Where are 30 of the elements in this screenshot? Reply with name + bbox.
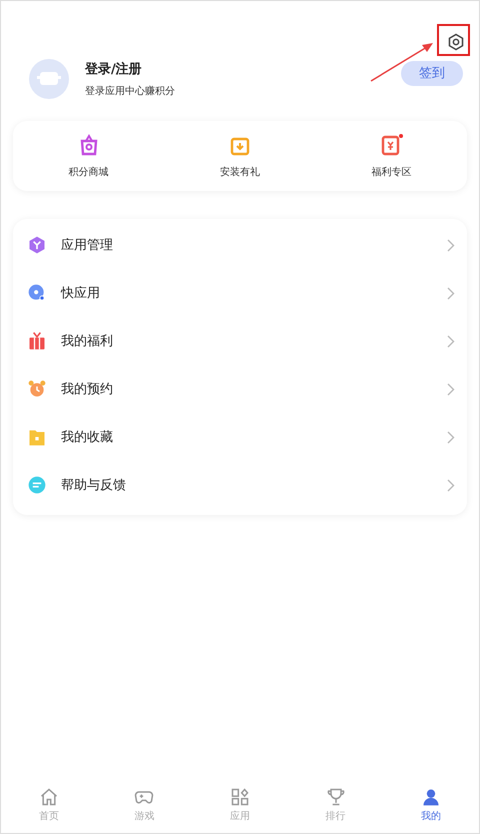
avatar-icon <box>29 59 69 99</box>
login-title[interactable]: 登录/注册 <box>85 60 385 78</box>
coupon-box-icon <box>379 133 404 157</box>
nav-tab[interactable]: 我的 <box>383 787 479 829</box>
cube-icon <box>27 235 47 255</box>
apps-grid-icon <box>230 787 250 807</box>
chevron-icon <box>447 238 455 252</box>
chevron-icon <box>447 334 455 348</box>
menu-item[interactable]: 帮助与反馈 <box>61 476 433 494</box>
disc-icon <box>27 283 47 303</box>
chat-bubble-icon <box>27 475 47 495</box>
menu-item[interactable]: 快应用 <box>61 284 433 302</box>
chevron-icon <box>447 382 455 396</box>
login-subtitle: 登录应用中心赚积分 <box>85 84 176 98</box>
chevron-icon <box>447 430 455 444</box>
trophy-icon <box>326 787 346 807</box>
person-icon <box>421 787 442 807</box>
shortcut-label[interactable]: 积分商城 <box>68 165 109 179</box>
menu-item[interactable]: 我的预约 <box>61 380 433 398</box>
menu-item[interactable]: 我的福利 <box>61 332 433 350</box>
settings-icon[interactable] <box>447 33 465 51</box>
shortcut-label[interactable]: 安装有礼 <box>220 165 260 179</box>
menu-item[interactable]: 应用管理 <box>61 236 433 254</box>
gift-icon <box>27 331 47 351</box>
alarm-clock-icon <box>27 379 47 399</box>
chevron-icon <box>447 286 455 300</box>
home-icon <box>38 787 59 807</box>
menu-item[interactable]: 我的收藏 <box>61 428 433 446</box>
shortcut-label[interactable]: 福利专区 <box>371 165 412 179</box>
chevron-icon <box>447 478 455 492</box>
